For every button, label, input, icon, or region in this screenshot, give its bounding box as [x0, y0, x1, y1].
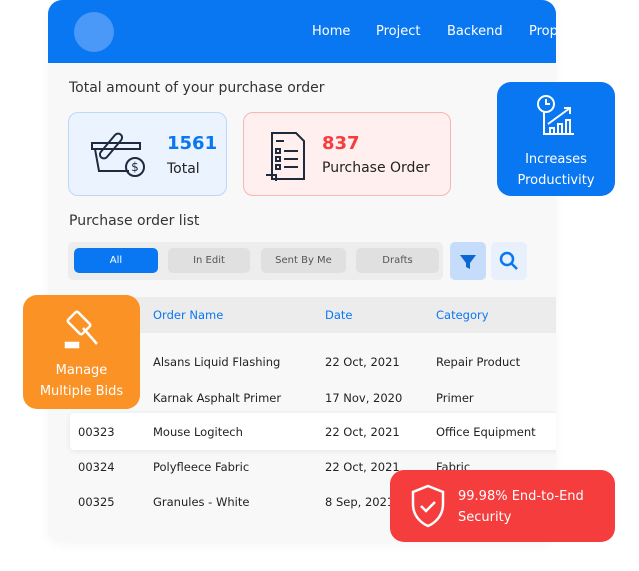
- bids-badge: Manage Multiple Bids: [23, 295, 140, 409]
- col-order-name[interactable]: Order Name: [153, 308, 223, 322]
- tab-sent-by-me[interactable]: Sent By Me: [261, 248, 346, 273]
- dashboard-card: Home Project Backend Prop Total amount o…: [48, 0, 556, 543]
- gavel-icon: [64, 310, 98, 349]
- cell-date: 22 Oct, 2021: [325, 355, 400, 369]
- cell-name: Mouse Logitech: [153, 425, 243, 439]
- bids-line1: Manage: [55, 363, 108, 378]
- cell-date: 8 Sep, 2021: [325, 495, 395, 509]
- tab-in-edit[interactable]: In Edit: [168, 248, 250, 273]
- total-stat: $ 1561 Total: [68, 112, 227, 196]
- tab-drafts[interactable]: Drafts: [356, 248, 439, 273]
- total-label: Total: [167, 161, 200, 177]
- nav-backend[interactable]: Backend: [447, 24, 503, 39]
- productivity-badge: Increases Productivity: [497, 82, 615, 196]
- search-button[interactable]: [491, 242, 527, 280]
- filter-icon: [460, 255, 476, 269]
- cell-id: 00325: [78, 495, 115, 509]
- productivity-line1: Increases: [525, 152, 587, 167]
- cell-name: Granules - White: [153, 495, 250, 509]
- basket-icon: $: [91, 132, 145, 177]
- cell-id: 00323: [78, 425, 115, 439]
- total-value: 1561: [167, 133, 218, 154]
- cell-name: Alsans Liquid Flashing: [153, 355, 281, 369]
- po-label: Purchase Order: [322, 160, 430, 176]
- cell-id: 00324: [78, 460, 115, 474]
- list-title: Purchase order list: [69, 213, 200, 229]
- security-line1: 99.98% End-to-End: [458, 489, 584, 504]
- cell-category: Office Equipment: [436, 425, 536, 439]
- bids-line2: Multiple Bids: [39, 384, 124, 399]
- top-nav: Home Project Backend Prop: [48, 0, 556, 63]
- security-badge: 99.98% End-to-End Security: [390, 470, 615, 542]
- po-value: 837: [322, 133, 360, 154]
- search-icon: [499, 251, 518, 270]
- filter-button[interactable]: [450, 242, 486, 280]
- cell-name: Karnak Asphalt Primer: [153, 391, 282, 405]
- col-category[interactable]: Category: [436, 308, 489, 322]
- col-date[interactable]: Date: [325, 308, 353, 322]
- cell-category: Repair Product: [436, 355, 521, 369]
- cell-date: 22 Oct, 2021: [325, 425, 400, 439]
- cell-name: Polyfleece Fabric: [153, 460, 250, 474]
- cell-date: 22 Oct, 2021: [325, 460, 400, 474]
- logo: [74, 12, 114, 52]
- productivity-line2: Productivity: [517, 173, 595, 188]
- nav-home[interactable]: Home: [312, 24, 350, 39]
- security-line2: Security: [458, 510, 512, 525]
- cell-date: 17 Nov, 2020: [325, 391, 403, 405]
- document-list-icon: [266, 132, 305, 181]
- shield-check-icon: [411, 484, 445, 528]
- cell-category: Primer: [436, 391, 474, 405]
- nav-project[interactable]: Project: [376, 24, 420, 39]
- svg-text:$: $: [131, 160, 139, 174]
- tab-all[interactable]: All: [74, 248, 158, 273]
- productivity-chart-icon: [537, 95, 574, 135]
- summary-title: Total amount of your purchase order: [69, 80, 325, 96]
- purchase-order-stat: 837 Purchase Order: [243, 112, 451, 196]
- nav-prop[interactable]: Prop: [529, 24, 556, 39]
